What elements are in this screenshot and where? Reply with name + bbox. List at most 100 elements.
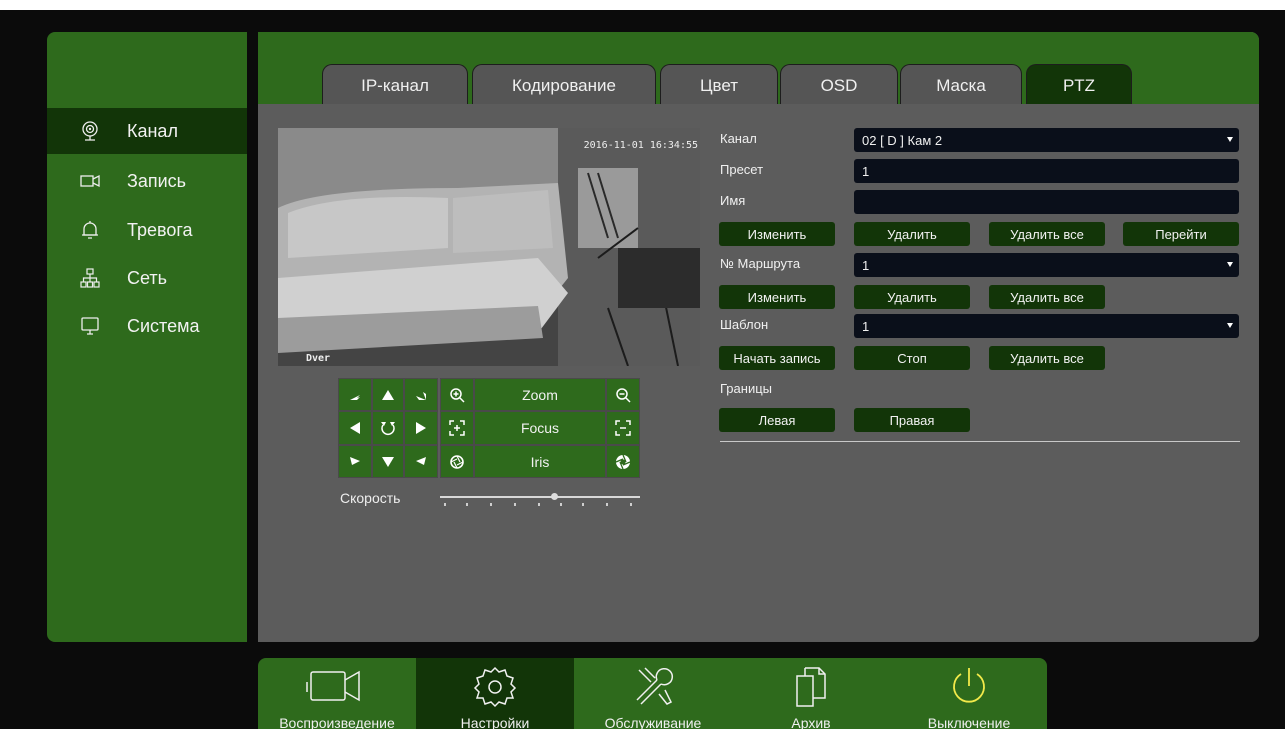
iris-close-button[interactable] [440, 445, 474, 478]
zoom-in-button[interactable] [440, 378, 474, 411]
sidebar-item-label: Сеть [127, 267, 168, 288]
focus-near-button[interactable] [440, 411, 474, 445]
tab-label: OSD [820, 75, 858, 95]
ptz-up-button[interactable] [372, 378, 404, 411]
route-select[interactable]: 1 [854, 253, 1239, 277]
power-icon [890, 664, 1047, 708]
ptz-down-right-button[interactable] [404, 445, 438, 478]
tab-bar: IP-канал Кодирование Цвет OSD Маска PTZ [258, 32, 1259, 106]
slider-tick [514, 503, 516, 506]
ptz-auto-button[interactable] [372, 411, 404, 445]
iris-close-icon [450, 454, 464, 469]
bounds-label: Границы [720, 381, 772, 396]
tools-icon [574, 664, 732, 708]
slider-tick [630, 503, 632, 506]
tab-ptz[interactable]: PTZ [1026, 64, 1132, 106]
menu-archive[interactable]: Архив [732, 658, 890, 729]
preset-goto-button[interactable]: Перейти [1123, 222, 1239, 246]
button-label: Правая [889, 412, 935, 428]
video-camera-name: Dver [306, 353, 331, 364]
sidebar-item-alarm[interactable]: Тревога [47, 207, 247, 253]
zoom-label: Zoom [522, 386, 558, 403]
button-label: Стоп [897, 350, 927, 366]
route-edit-button[interactable]: Изменить [719, 285, 835, 309]
chevron-down-icon [1227, 323, 1233, 328]
preset-delete-button[interactable]: Удалить [854, 222, 970, 246]
sidebar-item-network[interactable]: Сеть [47, 255, 247, 301]
video-preview: 2016-11-01 16:34:55 Dver [278, 128, 700, 366]
speed-slider[interactable] [440, 493, 640, 508]
name-input[interactable] [854, 190, 1239, 214]
pattern-stop-button[interactable]: Стоп [854, 346, 970, 370]
button-label: Изменить [747, 226, 807, 242]
ptz-down-left-button[interactable] [338, 445, 372, 478]
bottom-menu-bar: Воспроизведение Настройки Обслуживание А… [258, 658, 1047, 729]
files-icon [732, 664, 890, 708]
pattern-select[interactable]: 1 [854, 314, 1239, 338]
tab-label: IP-канал [361, 75, 429, 95]
slider-tick [606, 503, 608, 506]
tab-osd[interactable]: OSD [780, 64, 898, 106]
tab-mask[interactable]: Маска [900, 64, 1022, 106]
focus-far-icon [615, 420, 631, 436]
menu-shutdown[interactable]: Выключение [890, 658, 1047, 729]
route-delete-all-button[interactable]: Удалить все [989, 285, 1105, 309]
menu-maintenance[interactable]: Обслуживание [574, 658, 732, 729]
menu-label: Воспроизведение [279, 715, 395, 729]
focus-label: Focus [520, 420, 560, 436]
arrow-up-icon [382, 389, 394, 400]
monitor-icon [79, 315, 101, 337]
preset-label: Пресет [720, 162, 764, 177]
zoom-label-cell: Zoom [474, 378, 606, 411]
form-divider [720, 441, 1240, 442]
pattern-select-value: 1 [862, 318, 870, 334]
button-label: Удалить все [1010, 350, 1084, 366]
arrow-left-icon [350, 422, 360, 434]
arrow-down-left-icon [350, 456, 360, 465]
chevron-down-icon [1227, 262, 1233, 267]
slider-tick [560, 503, 562, 506]
focus-far-button[interactable] [606, 411, 640, 445]
speed-slider-thumb[interactable] [550, 493, 558, 500]
tab-label: Маска [936, 75, 986, 95]
ptz-up-right-button[interactable] [404, 378, 438, 411]
slider-tick [538, 503, 540, 506]
focus-near-icon [449, 420, 465, 436]
tab-label: Цвет [699, 75, 739, 95]
channel-select-value: 02 [ D ] Кам 2 [862, 132, 943, 148]
zoom-out-button[interactable] [606, 378, 640, 411]
bound-right-button[interactable]: Правая [854, 408, 970, 432]
pattern-start-record-button[interactable]: Начать запись [719, 346, 835, 370]
sidebar-item-record[interactable]: Запись [47, 158, 247, 204]
button-label: Удалить все [1010, 226, 1084, 242]
iris-label: Iris [530, 453, 550, 470]
route-delete-button[interactable]: Удалить [854, 285, 970, 309]
menu-playback[interactable]: Воспроизведение [258, 658, 416, 729]
gear-icon [416, 664, 574, 708]
arrow-down-icon [382, 456, 394, 467]
pattern-delete-all-button[interactable]: Удалить все [989, 346, 1105, 370]
tab-color[interactable]: Цвет [660, 64, 778, 106]
ptz-down-button[interactable] [372, 445, 404, 478]
sidebar-item-channel[interactable]: Канал [47, 108, 247, 154]
button-label: Удалить [887, 226, 937, 242]
iris-open-button[interactable] [606, 445, 640, 478]
ptz-left-button[interactable] [338, 411, 372, 445]
slider-tick [490, 503, 492, 506]
chevron-down-icon [1227, 137, 1233, 142]
arrow-right-icon [416, 422, 426, 434]
bound-left-button[interactable]: Левая [719, 408, 835, 432]
menu-label: Настройки [460, 715, 530, 729]
preset-edit-button[interactable]: Изменить [719, 222, 835, 246]
channel-select[interactable]: 02 [ D ] Кам 2 [854, 128, 1239, 152]
sidebar-item-system[interactable]: Система [47, 303, 247, 349]
preset-input[interactable]: 1 [854, 159, 1239, 183]
ptz-right-button[interactable] [404, 411, 438, 445]
bell-icon [79, 219, 101, 241]
menu-settings[interactable]: Настройки [416, 658, 574, 729]
preset-delete-all-button[interactable]: Удалить все [989, 222, 1105, 246]
tab-encoding[interactable]: Кодирование [472, 64, 656, 106]
route-select-value: 1 [862, 257, 870, 273]
ptz-up-left-button[interactable] [338, 378, 372, 411]
tab-ip-channel[interactable]: IP-канал [322, 64, 468, 106]
